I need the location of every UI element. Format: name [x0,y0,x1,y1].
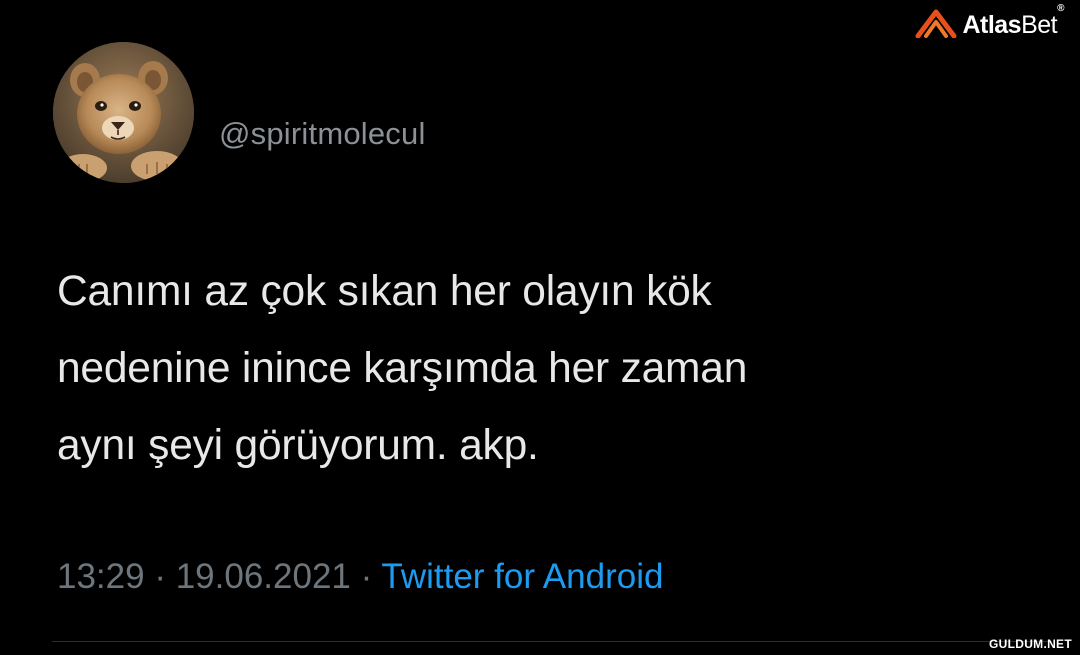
lion-cub-avatar-icon [53,42,194,183]
user-handle[interactable]: @spiritmolecul [219,116,426,152]
tweet-text-line: nedenine inince karşımda her zaman [57,345,748,392]
atlasbet-logo-text: AtlasBet® [962,3,1064,39]
divider [52,641,1052,642]
atlasbet-logo-icon [914,8,958,43]
tweet-text-line: Canımı az çok sıkan her olayın kök [57,268,712,315]
avatar[interactable] [53,42,194,183]
tweet-date[interactable]: 19.06.2021 [176,557,351,596]
tweet-source-link[interactable]: Twitter for Android [381,557,663,596]
tweet-meta: 13:29 · 19.06.2021 · Twitter for Android [57,557,663,597]
watermark: GULDUM.NET [989,637,1072,651]
tweet-text: Canımı az çok sıkan her olayın kök neden… [57,253,1017,484]
meta-separator: · [360,557,373,596]
tweet-time[interactable]: 13:29 [57,557,145,596]
atlasbet-logo: AtlasBet® [914,3,1064,43]
tweet-text-line: aynı şeyi görüyorum. akp. [57,422,539,469]
meta-separator: · [154,557,166,596]
